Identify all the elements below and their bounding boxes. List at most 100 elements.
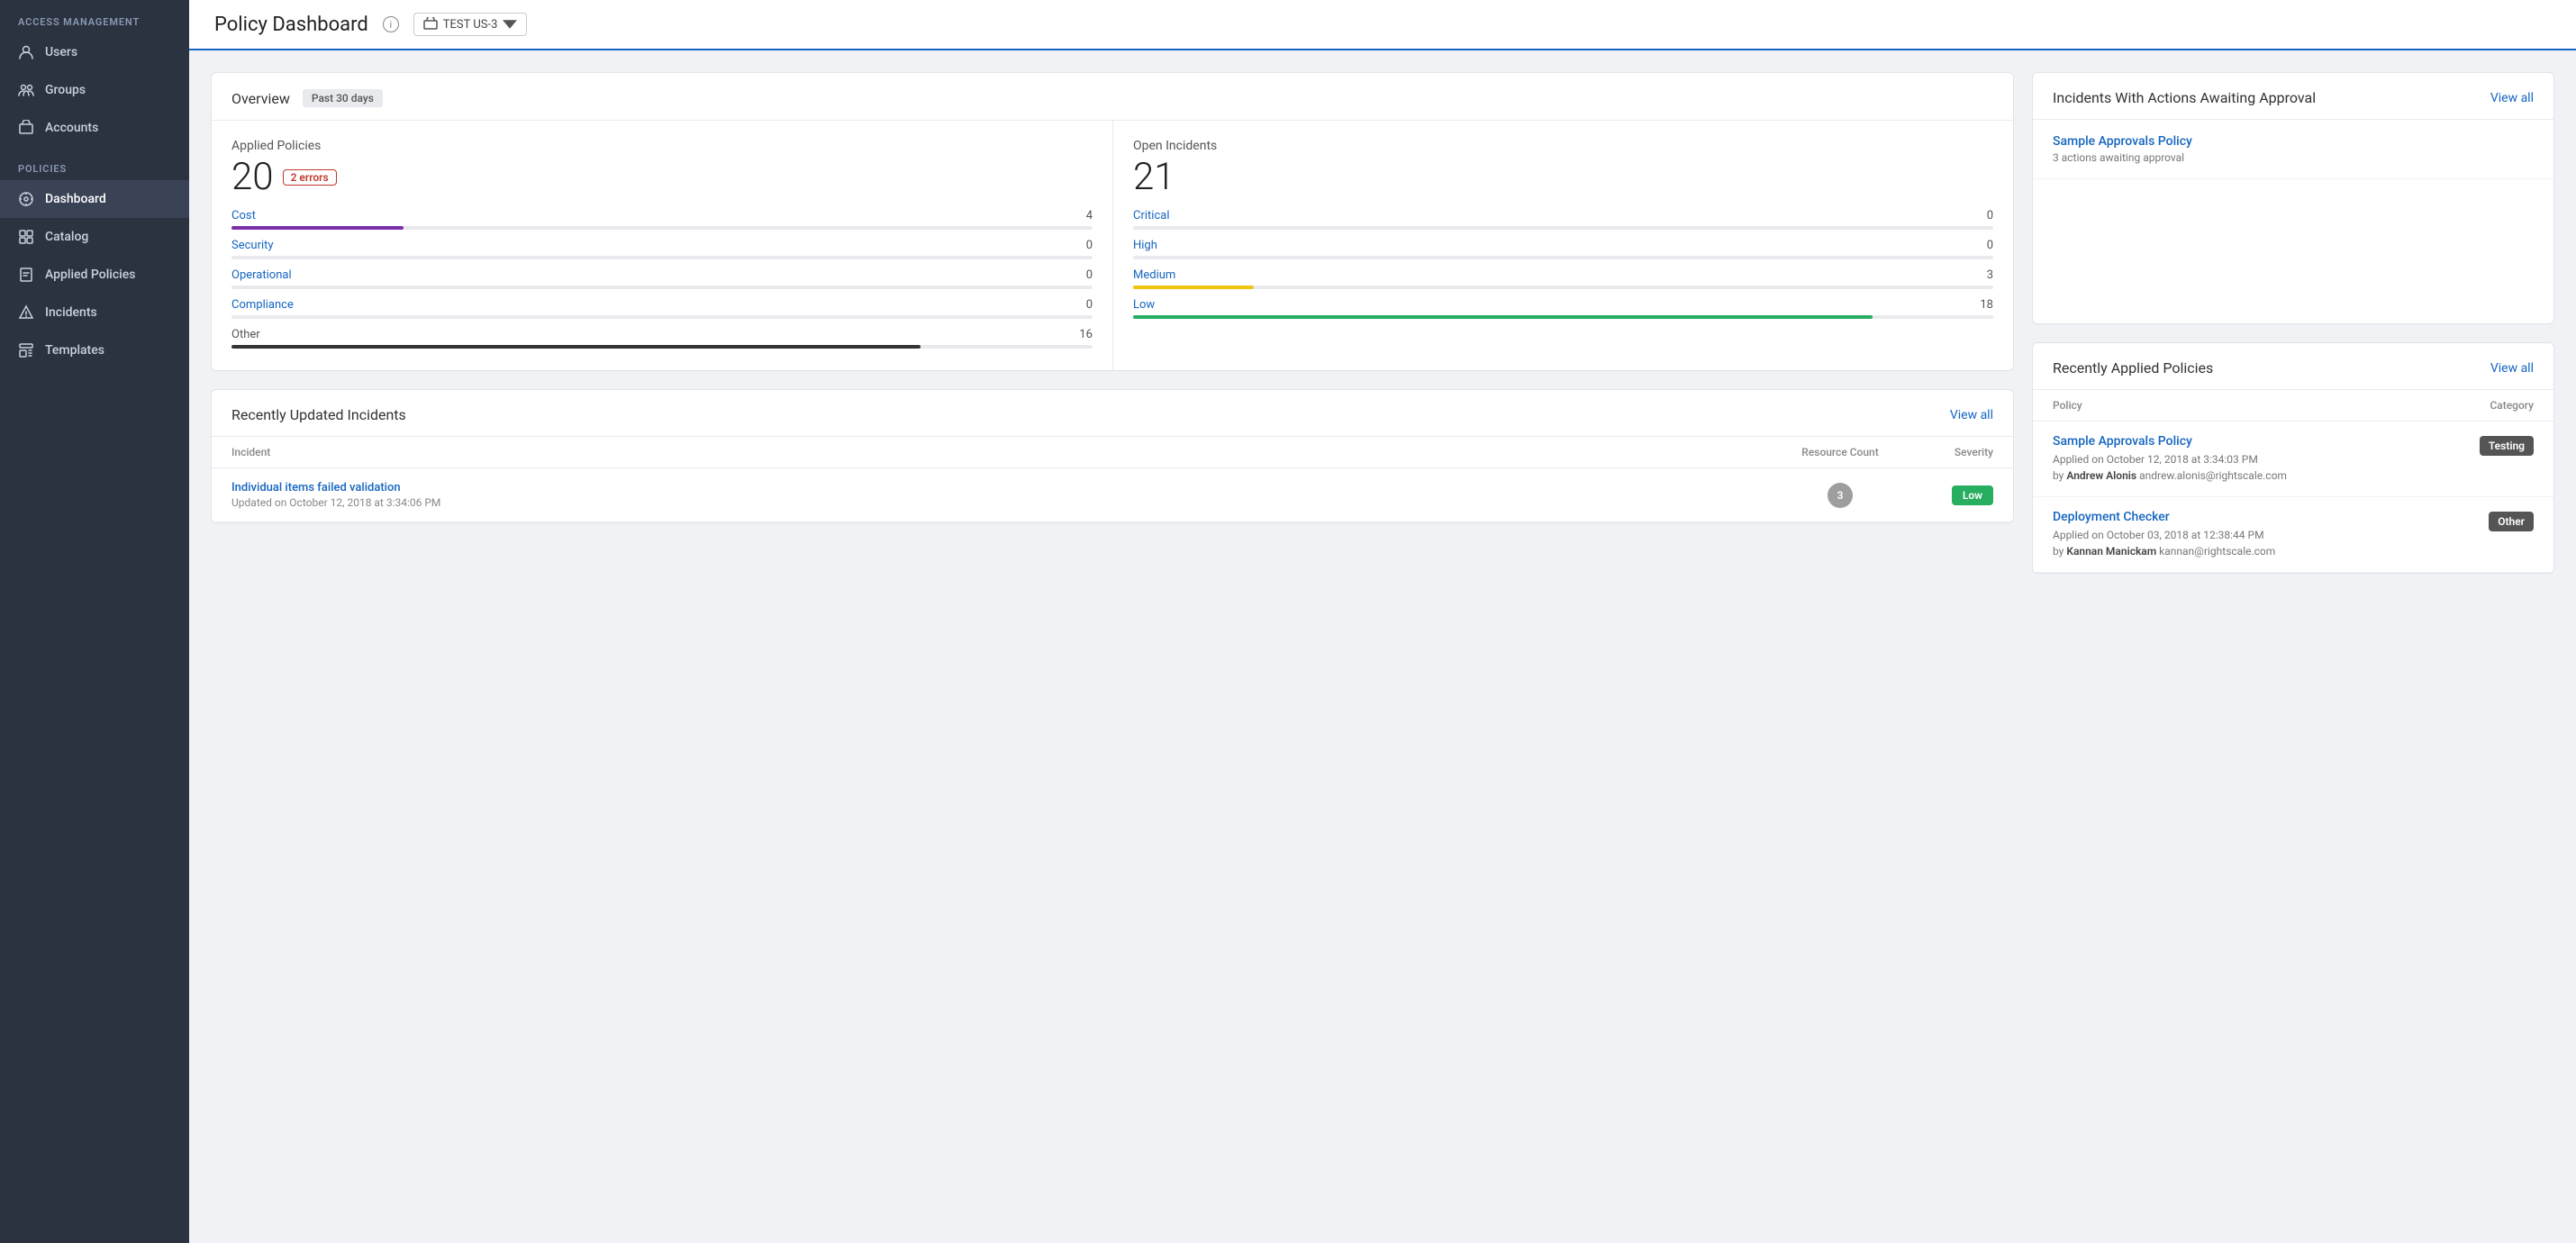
incidents-icon — [18, 304, 34, 321]
metric-row-operational: Operational 0 — [231, 268, 1093, 289]
open-incidents-count: 21 — [1133, 159, 1993, 196]
incidents-card-header: Recently Updated Incidents View all — [212, 390, 2013, 437]
critical-label[interactable]: Critical — [1133, 209, 1169, 222]
metric-row-high: High 0 — [1133, 239, 1993, 259]
account-selector[interactable]: TEST US-3 — [413, 13, 528, 36]
security-label[interactable]: Security — [231, 239, 274, 252]
category-col-2: Other — [2444, 510, 2534, 531]
critical-value: 0 — [1987, 209, 1993, 222]
incident-name[interactable]: Individual items failed validation — [231, 481, 1777, 494]
chevron-down-icon — [503, 17, 517, 32]
approval-policy-name[interactable]: Sample Approvals Policy — [2053, 134, 2534, 149]
overview-title: Overview — [231, 90, 290, 107]
compliance-bar-track — [231, 315, 1093, 319]
sidebar: Access Management Users Groups — [0, 0, 189, 1243]
sidebar-item-users[interactable]: Users — [0, 33, 189, 71]
approvals-empty-space — [2033, 179, 2553, 323]
sidebar-item-applied-policies[interactable]: Applied Policies — [0, 256, 189, 294]
metric-row-critical: Critical 0 — [1133, 209, 1993, 230]
recently-applied-row-2: Deployment Checker Applied on October 03… — [2033, 497, 2553, 573]
col-incident: Incident — [231, 446, 1777, 458]
approval-subtitle: 3 actions awaiting approval — [2053, 151, 2534, 164]
approvals-card-header: Incidents With Actions Awaiting Approval… — [2033, 73, 2553, 120]
overview-header: Overview Past 30 days — [212, 73, 2013, 120]
col-severity: Severity — [1903, 446, 1993, 458]
dashboard-icon — [18, 191, 34, 207]
sidebar-item-catalog[interactable]: Catalog — [0, 218, 189, 256]
incidents-view-all[interactable]: View all — [1950, 408, 1993, 422]
low-value: 18 — [1980, 298, 1993, 312]
access-management-label: Access Management — [0, 0, 189, 33]
security-bar-track — [231, 256, 1093, 259]
severity-cell: Low — [1903, 485, 1993, 505]
medium-bar-track — [1133, 286, 1993, 289]
approvals-card: Incidents With Actions Awaiting Approval… — [2032, 72, 2554, 324]
applied-policies-section: Applied Policies 20 2 errors Cost 4 — [212, 121, 1112, 370]
recently-updated-incidents-card: Recently Updated Incidents View all Inci… — [211, 389, 2014, 523]
accounts-icon — [18, 120, 34, 136]
other-value: 16 — [1079, 328, 1093, 341]
applied-policies-label: Applied Policies — [45, 268, 135, 282]
sidebar-item-incidents[interactable]: Incidents — [0, 294, 189, 331]
resource-count-cell: 3 — [1777, 483, 1903, 508]
catalog-label: Catalog — [45, 230, 88, 244]
open-incidents-metrics: Critical 0 High — [1133, 209, 1993, 319]
sidebar-item-groups[interactable]: Groups — [0, 71, 189, 109]
users-label: Users — [45, 45, 77, 59]
cost-value: 4 — [1086, 209, 1093, 222]
user-icon — [18, 44, 34, 60]
low-label[interactable]: Low — [1133, 298, 1155, 312]
dashboard-label: Dashboard — [45, 192, 106, 206]
metric-row-low: Low 18 — [1133, 298, 1993, 319]
catalog-icon — [18, 229, 34, 245]
cost-bar-track — [231, 226, 1093, 230]
recently-applied-view-all[interactable]: View all — [2490, 361, 2534, 376]
applied-policies-count: 20 2 errors — [231, 159, 1093, 196]
approvals-title: Incidents With Actions Awaiting Approval — [2053, 89, 2316, 106]
right-column: Incidents With Actions Awaiting Approval… — [2032, 72, 2554, 1221]
approval-item: Sample Approvals Policy 3 actions awaiti… — [2033, 120, 2553, 179]
left-column: Overview Past 30 days Applied Policies 2… — [211, 72, 2014, 1221]
medium-label[interactable]: Medium — [1133, 268, 1175, 282]
high-value: 0 — [1987, 239, 1993, 252]
info-icon[interactable]: i — [383, 16, 399, 32]
applied-meta-1: Applied on October 12, 2018 at 3:34:03 P… — [2053, 451, 2444, 484]
category-badge-1: Testing — [2480, 436, 2534, 456]
sidebar-item-accounts[interactable]: Accounts — [0, 109, 189, 147]
error-badge[interactable]: 2 errors — [283, 169, 337, 186]
compliance-value: 0 — [1086, 298, 1093, 312]
high-label[interactable]: High — [1133, 239, 1157, 252]
other-bar-track — [231, 345, 1093, 349]
groups-label: Groups — [45, 83, 86, 97]
compliance-label[interactable]: Compliance — [231, 298, 294, 312]
resource-count-badge: 3 — [1828, 483, 1853, 508]
groups-icon — [18, 82, 34, 98]
applied-policies-metrics: Cost 4 Security — [231, 209, 1093, 349]
recently-applied-header: Recently Applied Policies View all — [2033, 343, 2553, 390]
topbar: Policy Dashboard i TEST US-3 — [189, 0, 2576, 50]
sidebar-item-templates[interactable]: Templates — [0, 331, 189, 369]
high-bar-track — [1133, 256, 1993, 259]
applied-policy-name-1[interactable]: Sample Approvals Policy — [2053, 434, 2444, 449]
approvals-view-all[interactable]: View all — [2490, 91, 2534, 105]
incidents-label: Incidents — [45, 305, 97, 320]
metric-row-security: Security 0 — [231, 239, 1093, 259]
col-policy: Policy — [2053, 399, 2444, 412]
other-label[interactable]: Other — [231, 328, 260, 341]
open-incidents-title: Open Incidents — [1133, 139, 1993, 153]
incidents-card-title: Recently Updated Incidents — [231, 406, 406, 423]
recently-applied-cols: Policy Category — [2033, 390, 2553, 422]
operational-label[interactable]: Operational — [231, 268, 292, 282]
templates-label: Templates — [45, 343, 104, 358]
cost-label[interactable]: Cost — [231, 209, 256, 222]
sidebar-item-dashboard[interactable]: Dashboard — [0, 180, 189, 218]
metric-row-other: Other 16 — [231, 328, 1093, 349]
category-badge-2: Other — [2489, 512, 2534, 531]
applied-meta-2: Applied on October 03, 2018 at 12:38:44 … — [2053, 527, 2444, 559]
applied-policy-name-2[interactable]: Deployment Checker — [2053, 510, 2444, 524]
incident-info: Individual items failed validation Updat… — [231, 481, 1777, 509]
incidents-table-header: Incident Resource Count Severity — [212, 437, 2013, 468]
content-grid: Overview Past 30 days Applied Policies 2… — [189, 50, 2576, 1243]
applied-policies-title: Applied Policies — [231, 139, 1093, 153]
recently-applied-card: Recently Applied Policies View all Polic… — [2032, 342, 2554, 574]
